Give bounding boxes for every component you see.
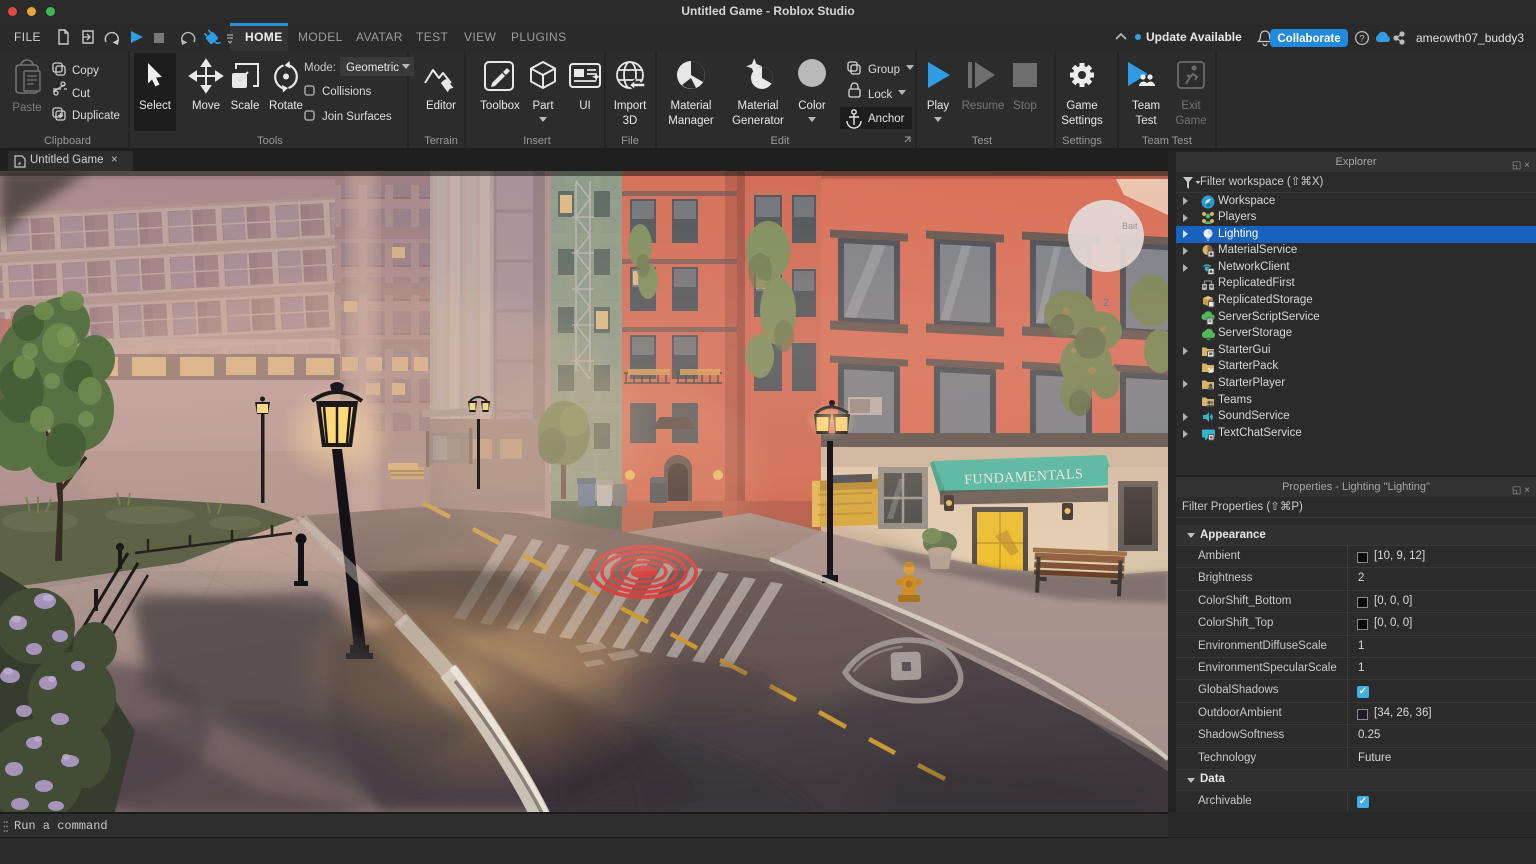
svg-text:Select: Select: [139, 100, 172, 112]
svg-text:Scale: Scale: [231, 100, 260, 112]
svg-text:Team: Team: [1132, 100, 1160, 112]
svg-text:Editor: Editor: [426, 100, 456, 112]
svg-text:Material: Material: [738, 100, 779, 112]
svg-text:Duplicate: Duplicate: [72, 110, 120, 122]
svg-text:Import: Import: [614, 100, 647, 112]
svg-text:Game: Game: [1175, 115, 1206, 127]
svg-text:Group: Group: [868, 64, 900, 76]
svg-text:Game: Game: [1066, 100, 1097, 112]
svg-text:Mode:: Mode:: [304, 62, 336, 74]
svg-text:Part: Part: [532, 100, 554, 112]
svg-text:Settings: Settings: [1061, 115, 1103, 127]
svg-text:Generator: Generator: [732, 115, 784, 127]
svg-text:Test: Test: [1135, 115, 1157, 127]
svg-text:Collaborate: Collaborate: [1277, 33, 1340, 45]
svg-text:Resume: Resume: [962, 100, 1005, 112]
svg-text:UI: UI: [579, 100, 591, 112]
svg-text:Update Available: Update Available: [1146, 30, 1242, 44]
svg-text:Material: Material: [671, 100, 712, 112]
svg-text:ameowth07_buddy3: ameowth07_buddy3: [1416, 31, 1524, 45]
svg-text:Geometric: Geometric: [346, 62, 399, 74]
svg-text:Rotate: Rotate: [269, 100, 303, 112]
svg-text:Toolbox: Toolbox: [480, 100, 520, 112]
svg-text:Cut: Cut: [72, 88, 91, 100]
svg-text:Play: Play: [927, 100, 950, 112]
svg-text:Color: Color: [798, 100, 826, 112]
svg-text:3D: 3D: [623, 115, 638, 127]
svg-text:Move: Move: [192, 100, 220, 112]
svg-text:Exit: Exit: [1181, 100, 1201, 112]
svg-text:?: ?: [1359, 34, 1364, 45]
svg-text:Lock: Lock: [868, 89, 893, 101]
svg-text:Copy: Copy: [72, 65, 99, 77]
svg-text:Stop: Stop: [1013, 100, 1037, 112]
svg-text:Manager: Manager: [668, 115, 714, 127]
svg-text:Anchor: Anchor: [868, 113, 905, 125]
svg-text:Join Surfaces: Join Surfaces: [322, 111, 392, 123]
svg-text:Collisions: Collisions: [322, 86, 371, 98]
svg-text:Paste: Paste: [12, 102, 41, 114]
